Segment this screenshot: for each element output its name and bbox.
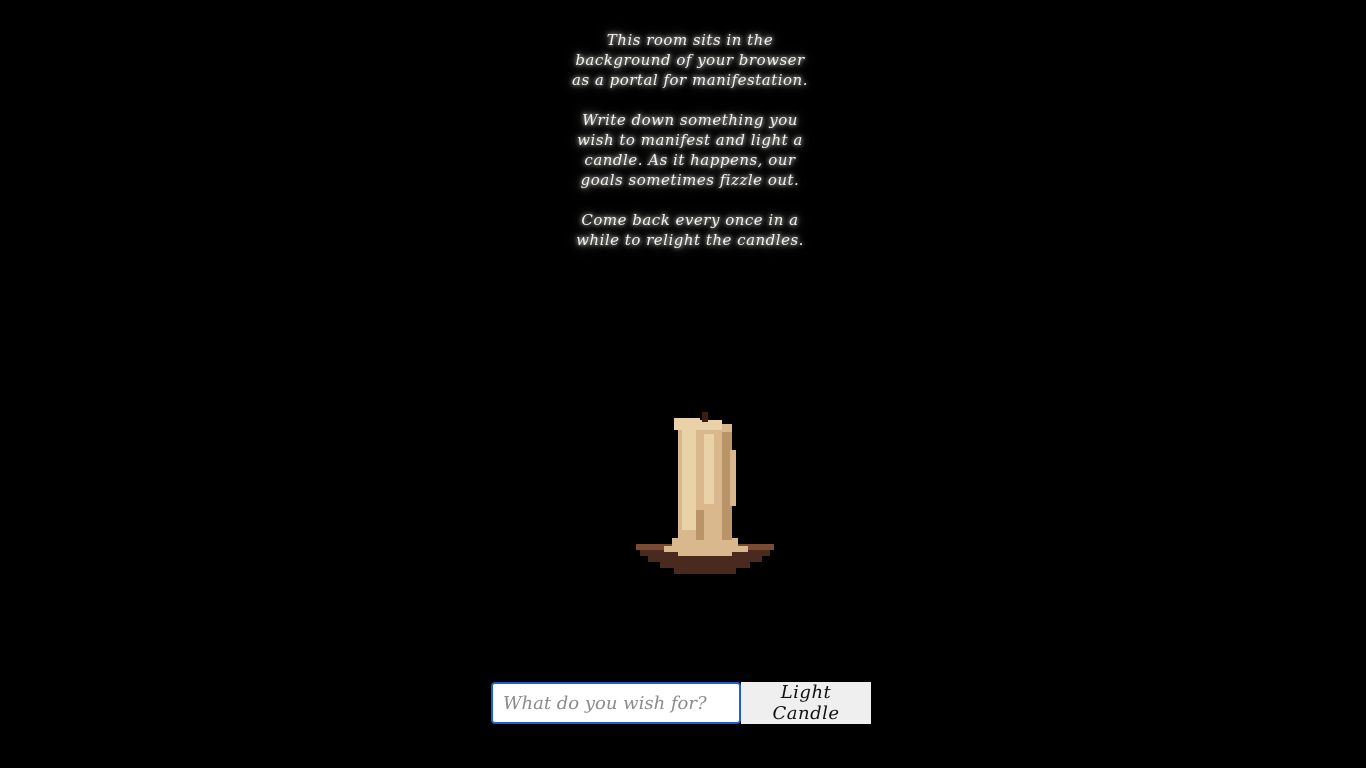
- intro-line: background of your browser: [575, 51, 805, 69]
- intro-paragraph-2: Write down something you wish to manifes…: [560, 110, 820, 190]
- intro-paragraph-3: Come back every once in a while to relig…: [560, 210, 820, 250]
- intro-line: candle. As it happens, our: [584, 151, 796, 169]
- intro-text: This room sits in the background of your…: [560, 30, 820, 270]
- intro-line: Write down something you: [582, 111, 798, 129]
- intro-line: while to relight the candles.: [576, 231, 804, 249]
- intro-line: goals sometimes fizzle out.: [580, 171, 800, 189]
- candle[interactable]: [634, 410, 776, 576]
- wish-form: Light Candle: [491, 682, 871, 724]
- wish-input[interactable]: [491, 682, 741, 724]
- intro-line: This room sits in the: [606, 31, 774, 49]
- intro-line: wish to manifest and light a: [577, 131, 803, 149]
- portal-room: This room sits in the background of your…: [0, 0, 1366, 768]
- light-candle-button[interactable]: Light Candle: [741, 682, 871, 724]
- candle-wick: [702, 412, 708, 422]
- intro-paragraph-1: This room sits in the background of your…: [560, 30, 820, 90]
- intro-line: as a portal for manifestation.: [572, 71, 808, 89]
- intro-line: Come back every once in a: [581, 211, 799, 229]
- candle-wax: [664, 418, 748, 556]
